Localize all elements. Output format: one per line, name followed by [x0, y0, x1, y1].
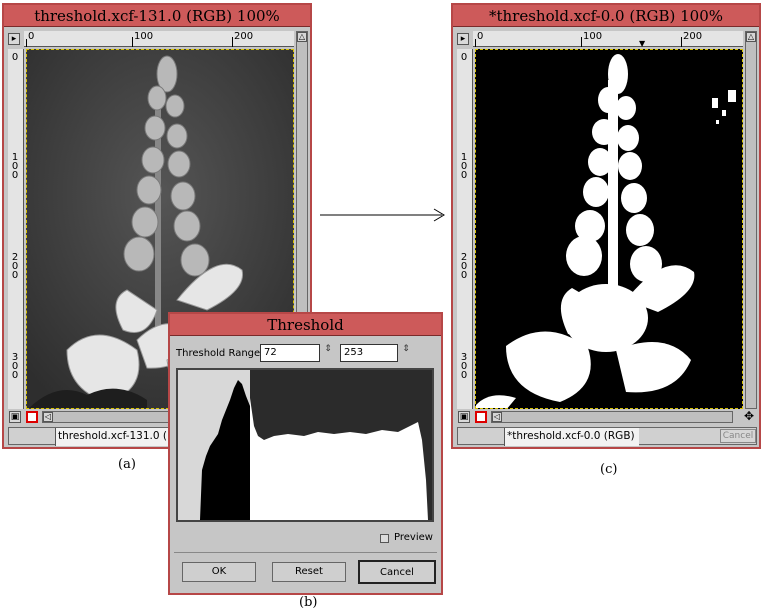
caption-c: (c): [600, 462, 618, 477]
status-cancel-button[interactable]: Cancel: [720, 429, 756, 443]
navigate-icon[interactable]: ▣: [458, 411, 470, 423]
scroll-up-icon[interactable]: △: [297, 32, 307, 42]
threshold-range-label: Threshold Range:: [176, 348, 264, 359]
caption-a: (a): [118, 457, 136, 472]
high-spin-icon[interactable]: ⇕: [400, 345, 412, 363]
navigate-icon[interactable]: ▣: [9, 411, 21, 423]
ruler-v-label-300: 3 0 0: [11, 352, 19, 381]
threshold-high-input[interactable]: 253: [340, 344, 398, 362]
move-cross-icon[interactable]: ✥: [743, 410, 755, 423]
flower-image-threshold: [476, 50, 742, 408]
vertical-ruler[interactable]: 0 1 0 0 2 0 0 3 0 0: [457, 49, 473, 409]
ruler-v-label-300: 3 0 0: [460, 352, 468, 381]
image-canvas-threshold[interactable]: [475, 49, 743, 409]
ruler-v-label-200: 2 0 0: [460, 252, 468, 281]
ruler-h-label-0: 0: [477, 31, 484, 42]
ruler-v-label-100: 1 0 0: [460, 152, 468, 181]
window-title-original[interactable]: threshold.xcf-131.0 (RGB) 100%: [4, 5, 310, 27]
image-window-result: *threshold.xcf-0.0 (RGB) 100% ▸ 0 100 20…: [451, 3, 761, 449]
horizontal-ruler[interactable]: 0 100 200: [24, 31, 294, 47]
ruler-h-label-100: 100: [134, 31, 154, 42]
threshold-dialog: Threshold Threshold Range: 72 ⇕ 253 ⇕ Pr…: [168, 312, 443, 595]
status-text: *threshold.xcf-0.0 (RGB) 1: [504, 428, 639, 446]
ok-button[interactable]: OK: [182, 562, 256, 582]
ruler-h-label-200: 200: [683, 31, 703, 42]
histogram-panel[interactable]: [176, 368, 434, 522]
vertical-scrollbar[interactable]: △: [745, 31, 757, 409]
ruler-v-label-0: 0: [460, 52, 468, 63]
ruler-h-label-200: 200: [234, 31, 254, 42]
pointer-marker-icon: ▼: [639, 39, 646, 48]
histogram-graph: [178, 370, 432, 520]
caption-b: (b): [299, 595, 318, 610]
threshold-low-input[interactable]: 72: [260, 344, 320, 362]
low-spin-icon[interactable]: ⇕: [322, 345, 334, 363]
menu-arrow-icon[interactable]: ▸: [8, 33, 20, 45]
arrow-icon: [320, 208, 445, 222]
preview-label: Preview: [394, 532, 433, 543]
ruler-v-label-200: 2 0 0: [11, 252, 19, 281]
dialog-separator: [174, 552, 437, 553]
vertical-ruler[interactable]: 0 1 0 0 2 0 0 3 0 0: [8, 49, 24, 409]
cancel-button[interactable]: Cancel: [358, 560, 436, 584]
scroll-left-icon[interactable]: ◁: [43, 412, 53, 422]
ruler-v-label-100: 1 0 0: [11, 152, 19, 181]
reset-button[interactable]: Reset: [272, 562, 346, 582]
quick-mask-icon[interactable]: [475, 411, 487, 423]
dialog-title[interactable]: Threshold: [170, 314, 441, 336]
ruler-v-label-0: 0: [11, 52, 19, 63]
quick-mask-icon[interactable]: [26, 411, 38, 423]
status-bar: *threshold.xcf-0.0 (RGB) 1 Cancel: [457, 427, 757, 446]
ruler-h-label-0: 0: [28, 31, 35, 42]
preview-checkbox[interactable]: [380, 534, 389, 543]
ruler-h-label-100: 100: [583, 31, 603, 42]
scroll-up-icon[interactable]: △: [746, 32, 756, 42]
window-title-result[interactable]: *threshold.xcf-0.0 (RGB) 100%: [453, 5, 759, 27]
menu-arrow-icon[interactable]: ▸: [457, 33, 469, 45]
horizontal-ruler[interactable]: 0 100 200 ▼: [473, 31, 743, 48]
scroll-left-icon[interactable]: ◁: [492, 412, 502, 422]
horizontal-scrollbar[interactable]: ◁: [491, 411, 733, 423]
